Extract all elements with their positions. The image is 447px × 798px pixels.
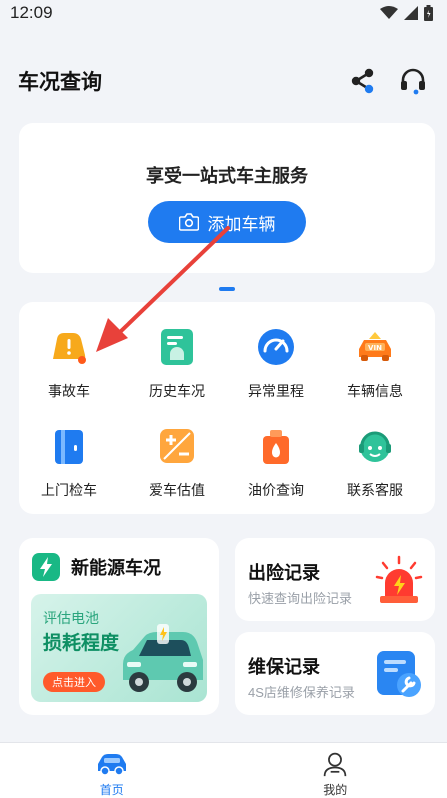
- ev-subtitle: 评估电池: [43, 610, 99, 626]
- insurance-subtitle: 快速查询出险记录: [248, 591, 353, 606]
- ev-headline: 损耗程度: [43, 633, 120, 654]
- service-label: 上门检车: [41, 482, 97, 498]
- battery-icon: [424, 5, 433, 21]
- service-label: 联系客服: [347, 482, 403, 498]
- share-button[interactable]: [347, 65, 379, 97]
- svg-text:VIN: VIN: [368, 344, 382, 352]
- signal-icon: [404, 6, 418, 20]
- status-time: 12:09: [10, 3, 53, 22]
- bottom-tab-bar: 首页 我的: [0, 742, 447, 798]
- maintenance-record-card[interactable]: 维保记录 4S店维修保养记录: [235, 632, 435, 715]
- service-door-inspection[interactable]: 上门检车: [19, 426, 119, 506]
- add-car-label: 添加车辆: [207, 214, 276, 234]
- service-label: 历史车况: [149, 383, 205, 399]
- service-vehicle-info[interactable]: VIN 车辆信息: [325, 327, 425, 407]
- alarm-siren-icon: [375, 555, 423, 603]
- banner-card: 享受一站式车主服务 添加车辆: [19, 123, 435, 273]
- pager-indicator: [219, 287, 235, 291]
- tab-mine-label: 我的: [323, 783, 348, 797]
- valuation-icon: [160, 429, 194, 463]
- page-title: 车况查询: [18, 71, 102, 94]
- service-valuation[interactable]: 爱车估值: [127, 426, 227, 506]
- service-fuel-price[interactable]: 油价查询: [226, 426, 326, 506]
- ev-title: 新能源车况: [71, 558, 161, 578]
- service-odometer[interactable]: 异常里程: [226, 327, 326, 407]
- fuel-price-icon: [263, 430, 289, 464]
- history-report-icon: [161, 329, 193, 365]
- status-icons: [380, 5, 433, 21]
- service-label: 油价查询: [248, 482, 304, 498]
- maintenance-title: 维保记录: [248, 657, 320, 677]
- headset-icon: [401, 68, 425, 95]
- share-icon: [351, 68, 374, 94]
- tab-home[interactable]: 首页: [0, 743, 224, 798]
- header: 车况查询: [0, 56, 447, 106]
- car-home-icon: [97, 754, 126, 776]
- user-profile-icon: [323, 752, 347, 777]
- odometer-icon: [258, 329, 294, 365]
- door-inspection-icon: [55, 430, 83, 464]
- wrench-document-icon: [377, 651, 421, 697]
- service-label: 爱车估值: [149, 482, 205, 498]
- electric-car-illustration: [123, 624, 203, 692]
- camera-icon: [178, 213, 199, 231]
- tab-home-label: 首页: [99, 783, 124, 797]
- service-label: 异常里程: [248, 383, 304, 399]
- maintenance-subtitle: 4S店维修保养记录: [248, 685, 355, 700]
- service-contact-support[interactable]: 联系客服: [325, 426, 425, 506]
- ev-card[interactable]: 新能源车况 评估电池 损耗程度 点击进入: [19, 538, 219, 715]
- wifi-icon: [380, 6, 398, 19]
- ev-enter-button[interactable]: 点击进入: [43, 672, 105, 692]
- ev-header: 新能源车况: [31, 552, 161, 582]
- services-grid: 事故车 历史车况 异常里程 VIN 车辆信息 上门检车 爱车估值 油价查询 联系…: [19, 302, 435, 514]
- customer-service-icon: [359, 431, 391, 462]
- vin-car-icon: VIN: [359, 332, 391, 361]
- service-label: 车辆信息: [347, 383, 403, 399]
- service-label: 事故车: [48, 383, 90, 399]
- service-accident-car[interactable]: 事故车: [19, 327, 119, 407]
- tab-mine[interactable]: 我的: [224, 743, 447, 798]
- service-history[interactable]: 历史车况: [127, 327, 227, 407]
- ev-banner[interactable]: 评估电池 损耗程度 点击进入: [31, 594, 207, 702]
- accident-car-icon: [53, 333, 86, 364]
- banner-title: 享受一站式车主服务: [146, 166, 308, 186]
- status-bar: 12:09: [0, 0, 447, 26]
- customer-support-button[interactable]: [397, 65, 429, 97]
- battery-bolt-icon: [32, 553, 60, 581]
- insurance-record-card[interactable]: 出险记录 快速查询出险记录: [235, 538, 435, 621]
- add-car-button[interactable]: 添加车辆: [148, 201, 306, 243]
- insurance-title: 出险记录: [248, 563, 320, 583]
